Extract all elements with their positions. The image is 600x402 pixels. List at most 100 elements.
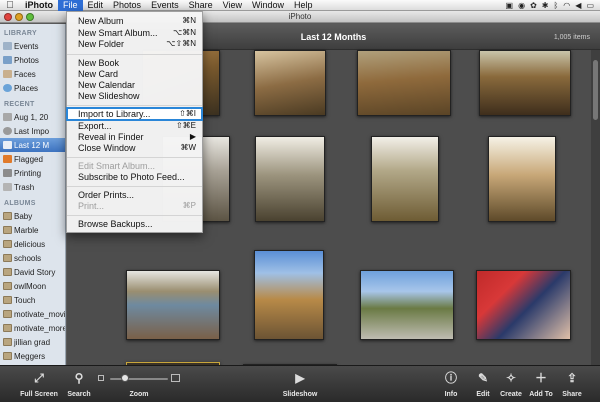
menu-photos[interactable]: Photos [108, 0, 146, 11]
item-count: 1,005 items [553, 34, 590, 41]
album-icon [3, 226, 12, 234]
sidebar: LIBRARY Events Photos Faces Places RECEN… [0, 24, 66, 365]
wifi-icon[interactable]: ◠ [563, 1, 570, 10]
menu-item-new-slideshow[interactable]: New Slideshow [67, 90, 202, 102]
events-icon [3, 42, 12, 50]
sidebar-item-printing[interactable]: Printing [0, 166, 65, 180]
menu-share[interactable]: Share [184, 0, 218, 11]
album-icon [3, 240, 12, 248]
sidebar-item-last-12-months[interactable]: Last 12 M [0, 138, 65, 152]
photo-thumbnail[interactable] [476, 270, 571, 340]
photo-thumbnail[interactable] [488, 136, 556, 222]
album-icon [3, 296, 12, 304]
screen-icon[interactable]: ▣ [506, 1, 514, 10]
share-button[interactable]: ⇪ Share [552, 369, 592, 398]
sidebar-item-photos[interactable]: Photos [0, 53, 65, 67]
calendar-icon [3, 141, 12, 149]
menu-bar:  iPhoto File Edit Photos Events Share V… [0, 0, 600, 11]
slideshow-button[interactable]: ▶ Slideshow [280, 369, 320, 398]
photo-thumbnail[interactable] [126, 270, 220, 340]
album-schools[interactable]: schools [0, 251, 65, 265]
menu-separator [67, 157, 202, 158]
album-icon [3, 268, 12, 276]
sidebar-item-places[interactable]: Places [0, 81, 65, 95]
bluetooth-icon[interactable]: ᛒ [553, 1, 558, 10]
album-icon [3, 282, 12, 290]
album-icon [3, 338, 12, 346]
albums-header: ALBUMS [4, 200, 36, 207]
menu-file[interactable]: File [58, 0, 83, 11]
vertical-scrollbar[interactable] [591, 50, 600, 365]
album-owlmoon[interactable]: owlMoon [0, 279, 65, 293]
star-icon[interactable]: ✱ [542, 1, 549, 10]
album-motivate-movie[interactable]: motivate_movie [0, 307, 65, 321]
album-touch[interactable]: Touch [0, 293, 65, 307]
volume-icon[interactable]: ◀ [575, 1, 581, 10]
zoom-track[interactable] [110, 378, 168, 380]
file-menu-dropdown: New Album ⌘N New Smart Album... ⌥⌘N New Fo… [66, 11, 203, 233]
album-icon [3, 352, 12, 360]
large-thumbnail-icon [171, 374, 180, 382]
flag-icon [3, 155, 12, 163]
menu-item-subscribe-photo-feed[interactable]: Subscribe to Photo Feed... [67, 171, 202, 183]
menu-window[interactable]: Window [247, 0, 289, 11]
gear-icon[interactable]: ✿ [530, 1, 537, 10]
menu-edit[interactable]: Edit [83, 0, 109, 11]
status-icons: ▣ ◉ ✿ ✱ ᛒ ◠ ◀ ▭ [506, 1, 600, 10]
menu-events[interactable]: Events [146, 0, 184, 11]
full-screen-button[interactable]: ⤢ Full Screen [19, 369, 59, 398]
sidebar-item-events[interactable]: Events [0, 39, 65, 53]
zoom-knob[interactable] [120, 374, 129, 382]
menu-help[interactable]: Help [289, 0, 318, 11]
photo-thumbnail[interactable] [360, 270, 454, 340]
search-icon: ⚲ [74, 371, 84, 385]
bottom-toolbar: ⤢ Full Screen ⚲ Search Zoom ▶ Slideshow ⓘ In… [0, 365, 600, 402]
zoom-slider[interactable] [98, 374, 180, 384]
scrollbar-thumb[interactable] [593, 60, 598, 120]
photo-thumbnail[interactable] [371, 136, 439, 222]
library-header: LIBRARY [4, 30, 37, 37]
globe-icon [3, 84, 12, 92]
menu-item-new-album[interactable]: New Album ⌘N [67, 15, 202, 27]
small-thumbnail-icon [98, 375, 104, 381]
sidebar-item-aug-1[interactable]: Aug 1, 20 [0, 110, 65, 124]
album-david-story[interactable]: David Story [0, 265, 65, 279]
sync-icon[interactable]: ◉ [518, 1, 525, 10]
menu-view[interactable]: View [218, 0, 247, 11]
photos-icon [3, 56, 12, 64]
album-meggers[interactable]: Meggers [0, 349, 65, 363]
apple-menu-icon[interactable]:  [0, 0, 20, 11]
search-button[interactable]: ⚲ Search [59, 369, 99, 398]
album-icon [3, 324, 12, 332]
recent-header: RECENT [4, 101, 35, 108]
battery-icon[interactable]: ▭ [586, 1, 594, 10]
photo-thumbnail[interactable] [479, 50, 571, 116]
menu-item-browse-backups[interactable]: Browse Backups... [67, 218, 202, 230]
clock-icon [3, 127, 12, 135]
menu-separator [67, 54, 202, 55]
sidebar-item-flagged[interactable]: Flagged [0, 152, 65, 166]
sidebar-item-faces[interactable]: Faces [0, 67, 65, 81]
photo-thumbnail[interactable] [254, 250, 324, 340]
album-marble[interactable]: Marble [0, 223, 65, 237]
printer-icon [3, 169, 12, 177]
menu-item-print: Print... ⌘P [78, 201, 196, 211]
menu-separator [67, 215, 202, 216]
album-icon [3, 254, 12, 262]
album-baby[interactable]: Baby [0, 209, 65, 223]
menu-app[interactable]: iPhoto [20, 0, 58, 11]
sidebar-item-trash[interactable]: Trash [0, 180, 65, 194]
album-motivate-more[interactable]: motivate_more [0, 321, 65, 335]
menu-item-new-folder[interactable]: New Folder ⌥⇧⌘N [67, 38, 202, 50]
album-jillian-grad[interactable]: jillian grad [0, 335, 65, 349]
photo-thumbnail[interactable] [255, 136, 325, 222]
menu-item-close-window[interactable]: Close Window ⌘W [67, 142, 202, 154]
sidebar-item-last-import[interactable]: Last Impo [0, 124, 65, 138]
photo-thumbnail[interactable] [357, 50, 451, 116]
menu-item-import-to-library[interactable]: Import to Library... ⇧⌘I [66, 107, 203, 121]
album-delicious[interactable]: delicious [0, 237, 65, 251]
play-icon: ▶ [295, 371, 305, 385]
photo-thumbnail[interactable] [254, 50, 326, 116]
faces-icon [3, 70, 12, 78]
event-icon [3, 113, 12, 121]
